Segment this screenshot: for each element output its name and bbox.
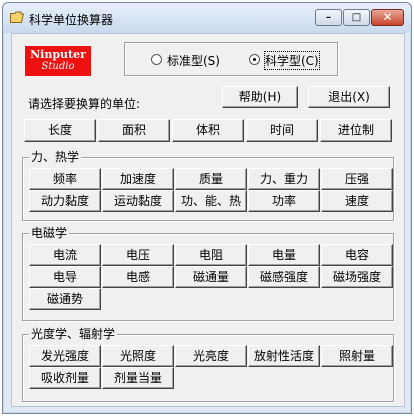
unit-button[interactable]: 剂量当量 [102,367,174,389]
mode-selector: 标准型(S) 科学型(C) [124,42,338,76]
mechanics-thermal-group: 力、热学 频率 加速度 质量 力、重力 压强动力黏度 运动黏度 功、能、热 功率 速度 [22,150,394,221]
maximize-button[interactable]: □ [343,9,370,26]
unit-button[interactable]: 电容 [321,244,393,266]
unit-button[interactable]: 光亮度 [175,345,247,367]
unit-button[interactable]: 频率 [29,168,101,190]
unit-button[interactable]: 磁场强度 [321,266,393,288]
title-bar[interactable]: 科学单位换算器 – □ ✕ [3,3,411,33]
close-button[interactable]: ✕ [371,9,404,26]
unit-button[interactable]: 磁通势 [29,288,101,310]
app-window: 科学单位换算器 – □ ✕ Ninputer Studio 标准型(S) 科学型… [2,2,412,414]
unit-button[interactable]: 电压 [102,244,174,266]
unit-button[interactable]: 功、能、热 [175,190,247,212]
unit-button[interactable]: 发光强度 [29,345,101,367]
unit-button[interactable]: 动力黏度 [29,190,101,212]
scientific-mode-label: 科学型(C) [264,51,320,70]
logo-line2: Studio [41,61,75,72]
window-title: 科学单位换算器 [29,13,114,27]
standard-mode-radio[interactable]: 标准型(S) [151,52,231,68]
unit-button[interactable]: 长度 [24,119,96,142]
minimize-icon: – [326,12,331,23]
unit-button[interactable]: 放射性活度 [248,345,320,367]
group-title: 电磁学 [29,226,70,240]
unit-prompt: 请选择要换算的单位: [28,97,141,111]
unit-button[interactable]: 质量 [175,168,247,190]
unit-button[interactable]: 加速度 [102,168,174,190]
electromagnetism-group: 电磁学 电流 电压 电阻 电量 电容电导 电感 磁通量 磁感强度 磁场强度磁通势 [22,226,394,321]
unit-button[interactable]: 电导 [29,266,101,288]
unit-button[interactable]: 磁感强度 [248,266,320,288]
unit-button[interactable]: 磁通量 [175,266,247,288]
photometry-radiology-group: 光度学、辐射学 发光强度 光照度 光亮度 放射性活度 照射量吸收剂量 剂量当量 [22,327,394,402]
close-icon: ✕ [382,10,393,24]
help-button[interactable]: 帮助(H) [222,86,298,108]
unit-button[interactable]: 压强 [321,168,393,190]
unit-button[interactable]: 电阻 [175,244,247,266]
unit-button[interactable]: 时间 [246,119,318,142]
group-title: 力、热学 [29,150,82,164]
radio-checked-icon [249,54,260,65]
logo-line1: Ninputer [30,48,86,61]
unit-button[interactable]: 进位制 [320,119,392,142]
unit-button[interactable]: 功率 [248,190,320,212]
scientific-mode-radio[interactable]: 科学型(C) [249,51,329,70]
unit-button[interactable]: 运动黏度 [102,190,174,212]
unit-button[interactable]: 面积 [98,119,170,142]
group-title: 光度学、辐射学 [29,327,118,341]
unit-button[interactable]: 光照度 [102,345,174,367]
standard-mode-label: 标准型(S) [167,54,220,68]
unit-button[interactable]: 电感 [102,266,174,288]
unit-button[interactable]: 速度 [321,190,393,212]
main-panel: Ninputer Studio 标准型(S) 科学型(C) 请选择要换算的单位:… [11,33,405,407]
unit-button[interactable]: 电流 [29,244,101,266]
unit-button[interactable]: 电量 [248,244,320,266]
unit-button[interactable]: 照射量 [321,345,393,367]
exit-button[interactable]: 退出(X) [308,86,390,108]
unit-button[interactable]: 体积 [172,119,244,142]
folder-icon [10,11,24,23]
maximize-icon: □ [351,12,362,23]
ninputer-studio-logo: Ninputer Studio [25,46,91,76]
unit-button[interactable]: 力、重力 [248,168,320,190]
minimize-button[interactable]: – [315,9,342,26]
radio-unchecked-icon [151,54,162,65]
unit-button[interactable]: 吸收剂量 [29,367,101,389]
